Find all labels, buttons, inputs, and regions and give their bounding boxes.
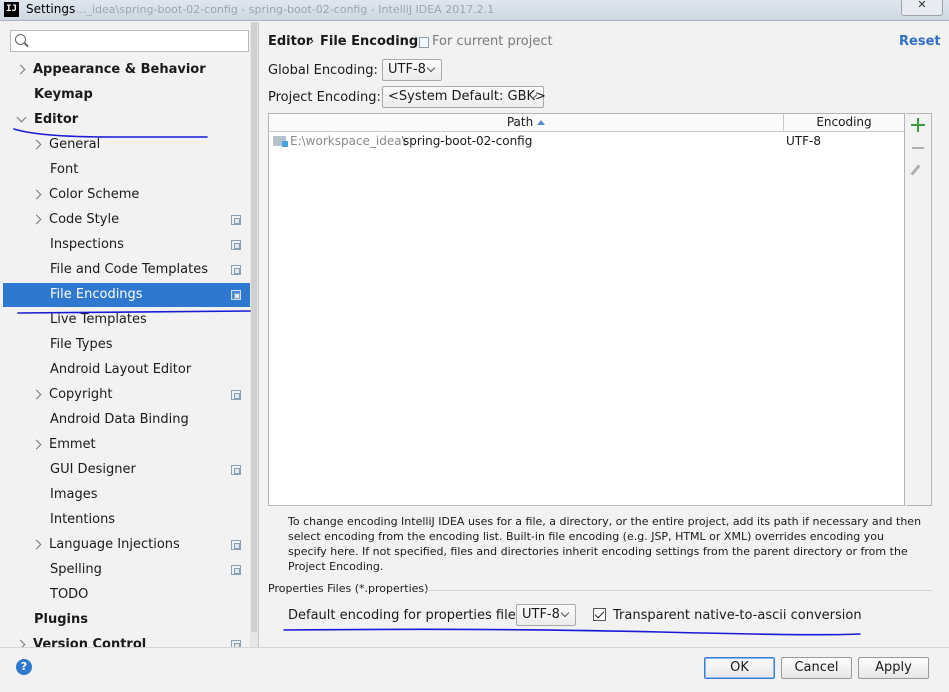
annotation-underline-file-encodings [17,310,251,314]
annotation-underline-editor [13,128,208,138]
annotation-overlay [13,128,861,636]
help-icon[interactable]: ? [16,659,32,675]
ok-button[interactable]: OK [704,657,775,679]
dialog-footer: ? OK Cancel Apply [0,647,949,692]
annotation-underline-properties [283,628,861,636]
cancel-button[interactable]: Cancel [781,657,852,679]
apply-button[interactable]: Apply [858,657,929,679]
